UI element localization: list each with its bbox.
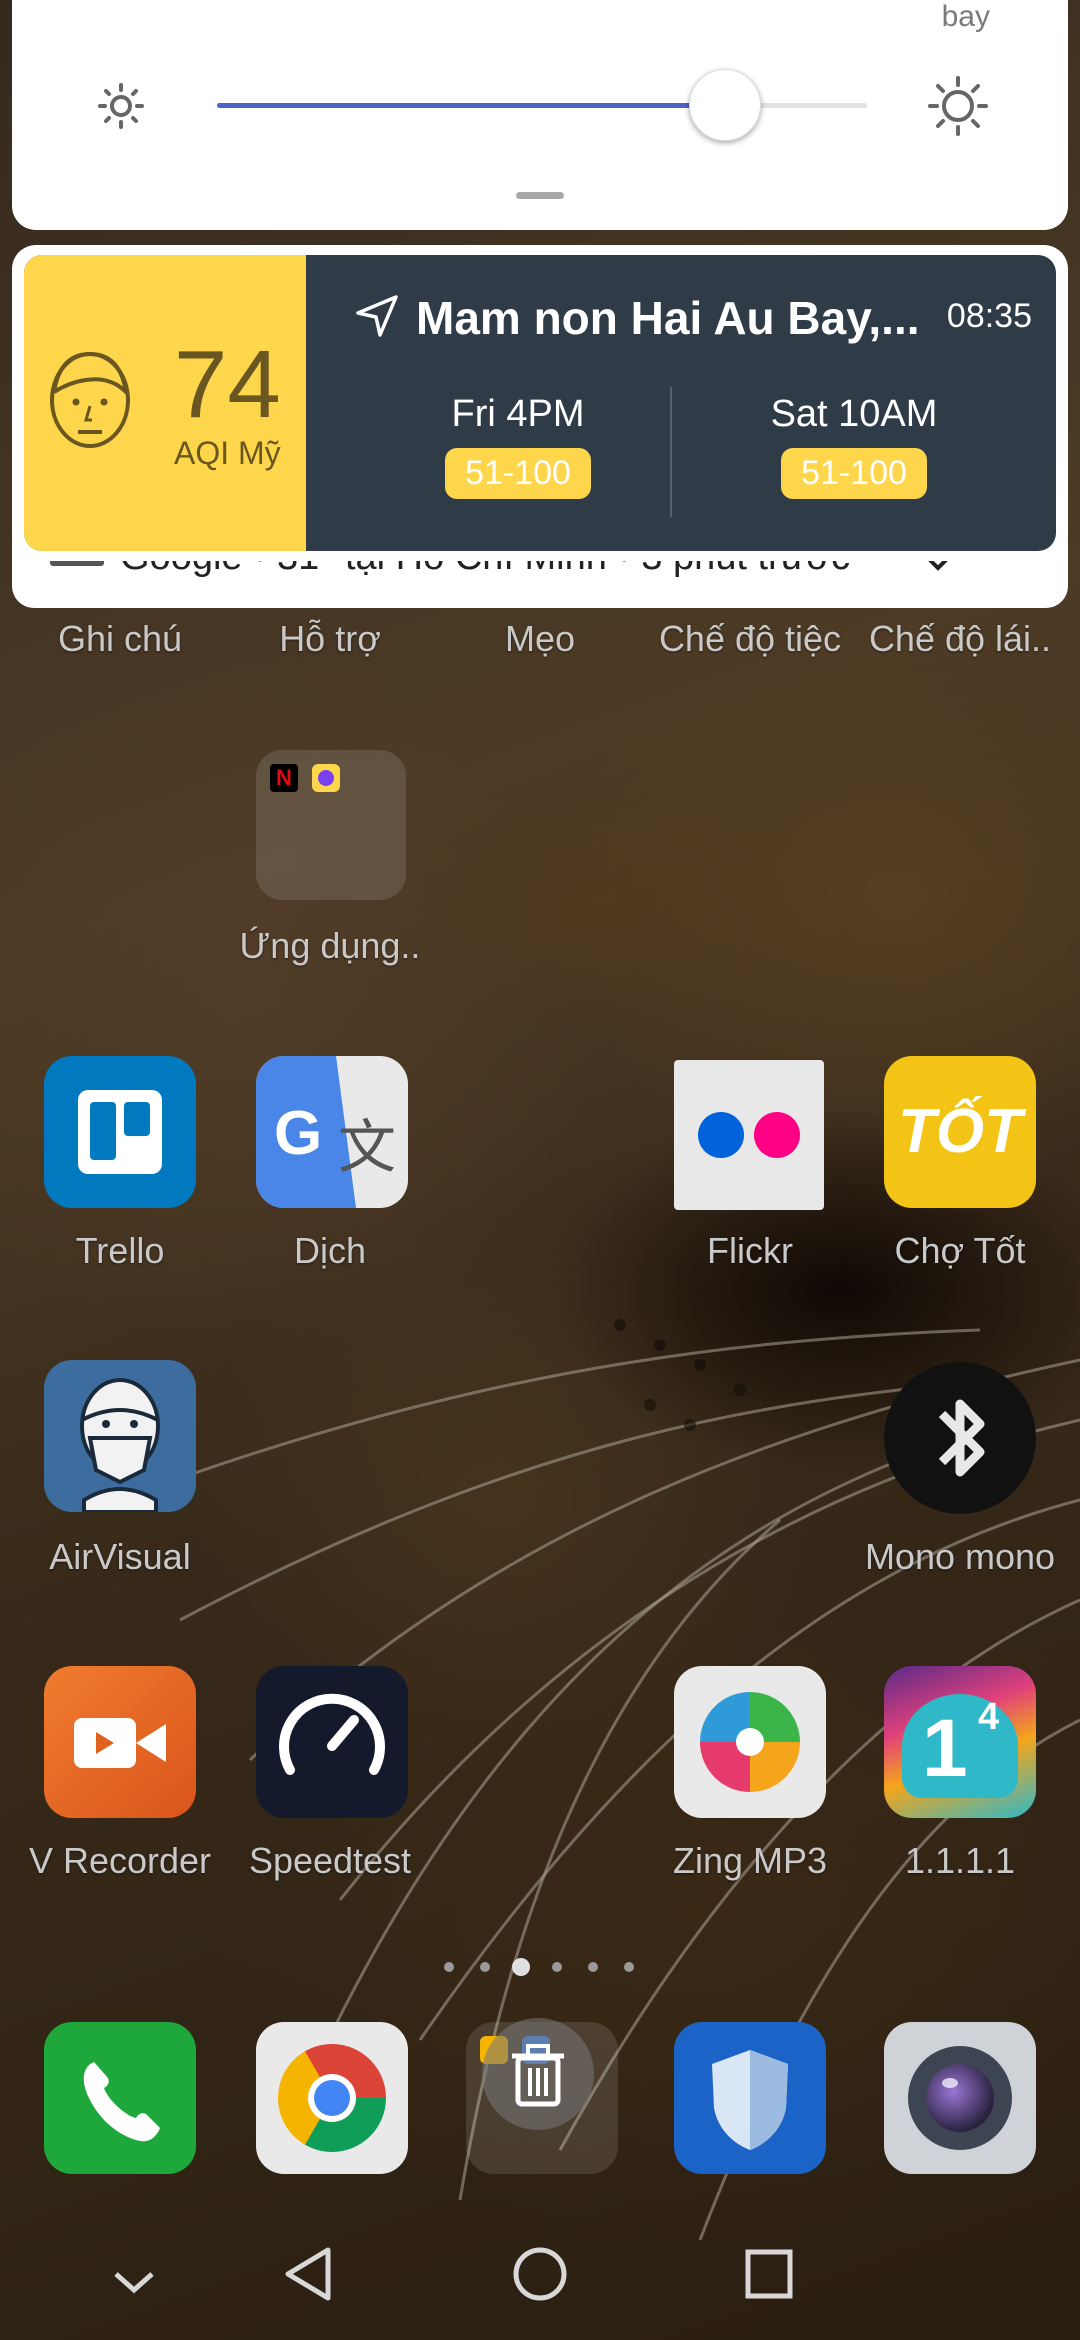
forecast-divider — [670, 387, 672, 517]
app-label-airvisual[interactable]: AirVisual — [20, 1536, 220, 1578]
app-label-zing-mp3[interactable]: Zing MP3 — [650, 1840, 850, 1882]
page-indicator — [430, 1950, 650, 1980]
quick-settings-panel: bay — [12, 0, 1068, 230]
collapse-icon[interactable] — [114, 2272, 154, 2294]
forecast-item: Sat 10AM 51-100 — [704, 393, 1004, 499]
four-digit: 4 — [978, 1696, 1000, 1738]
location-arrow-icon — [356, 295, 398, 337]
home-icon[interactable] — [513, 2247, 567, 2301]
app-label-che-do-tiec[interactable]: Chế độ tiệc — [650, 618, 850, 660]
back-icon[interactable] — [285, 2247, 331, 2301]
airvisual-notification[interactable]: 74 AQI Mỹ Mam non Hai Au Bay,... 08:35 F… — [12, 245, 1068, 561]
trello-icon[interactable] — [44, 1056, 196, 1208]
shield-icon[interactable] — [674, 2022, 826, 2174]
app-label-dich[interactable]: Dịch — [230, 1230, 430, 1272]
chrome-icon[interactable] — [256, 2022, 408, 2174]
app-label-speedtest[interactable]: Speedtest — [230, 1840, 430, 1882]
app-label-ghi-chu[interactable]: Ghi chú — [20, 618, 220, 660]
brightness-high-icon[interactable] — [926, 74, 990, 138]
app-label-1111[interactable]: 1.1.1.1 — [860, 1840, 1060, 1882]
airvisual-icon[interactable] — [44, 1360, 196, 1512]
expand-handle[interactable] — [516, 192, 564, 199]
app-label-che-do-lai[interactable]: Chế độ lái.. — [860, 618, 1060, 660]
app-label-flickr[interactable]: Flickr — [650, 1230, 850, 1272]
translate-icon[interactable]: G 文 — [256, 1056, 408, 1208]
page-dot[interactable] — [480, 1962, 490, 1972]
chotot-icon[interactable]: TỐT — [884, 1056, 1036, 1208]
forecast-aqi-badge: 51-100 — [445, 448, 591, 499]
phone-icon[interactable] — [44, 2022, 196, 2174]
app-folder[interactable]: N — [256, 750, 406, 900]
aqi-card-body: 74 AQI Mỹ Mam non Hai Au Bay,... 08:35 F… — [24, 255, 1056, 551]
page-dot[interactable] — [588, 1962, 598, 1972]
bluetooth-icon[interactable] — [884, 1362, 1036, 1514]
one-digit: 1 — [922, 1703, 968, 1794]
forecast-item: Fri 4PM 51-100 — [368, 393, 668, 499]
notification-time: 08:35 — [946, 297, 1032, 335]
speedometer-icon[interactable] — [256, 1666, 408, 1818]
app-label-ho-tro[interactable]: Hỗ trợ — [230, 618, 430, 660]
app-label-v-recorder[interactable]: V Recorder — [20, 1840, 220, 1882]
face-icon — [50, 351, 130, 448]
location-name: Mam non Hai Au Bay,... — [416, 292, 920, 344]
zing-mp3-icon[interactable] — [674, 1666, 826, 1818]
qs-partial-label: bay — [941, 0, 990, 33]
netflix-icon: N — [270, 764, 298, 792]
brightness-slider-thumb[interactable] — [689, 69, 761, 141]
aqi-level-panel: 74 AQI Mỹ — [24, 255, 306, 551]
navigation-bar — [114, 2247, 793, 2301]
aqi-value: 74 — [174, 331, 281, 438]
app-label-mono-mono[interactable]: Mono mono — [860, 1536, 1060, 1578]
page-dot-active[interactable] — [512, 1958, 530, 1976]
chotot-logo-text: TỐT — [898, 1097, 1022, 1166]
app-label-meo[interactable]: Mẹo — [440, 618, 640, 660]
brightness-slider-fill — [217, 103, 724, 108]
forecast-time: Sat 10AM — [770, 393, 938, 435]
forecast-time: Fri 4PM — [451, 393, 585, 435]
trash-icon[interactable] — [482, 2018, 594, 2130]
messenger-icon — [312, 764, 340, 792]
brightness-slider[interactable] — [217, 69, 867, 141]
aqi-unit: AQI Mỹ — [174, 435, 281, 471]
brightness-low-icon[interactable] — [96, 81, 146, 131]
page-dot[interactable] — [444, 1962, 454, 1972]
app-label-cho-tot[interactable]: Chợ Tốt — [860, 1230, 1060, 1272]
cloudflare-1111-icon[interactable]: 1 4 — [884, 1666, 1036, 1818]
app-label-trello[interactable]: Trello — [20, 1230, 220, 1272]
folder-label[interactable]: Ứng dụng.. — [230, 925, 430, 967]
page-dot[interactable] — [624, 1962, 634, 1972]
forecast-aqi-badge: 51-100 — [781, 448, 927, 499]
video-recorder-icon[interactable] — [44, 1666, 196, 1818]
recents-icon[interactable] — [745, 2249, 793, 2299]
camera-icon[interactable] — [884, 2022, 1036, 2174]
page-dot[interactable] — [552, 1962, 562, 1972]
flickr-icon[interactable] — [674, 1060, 824, 1210]
